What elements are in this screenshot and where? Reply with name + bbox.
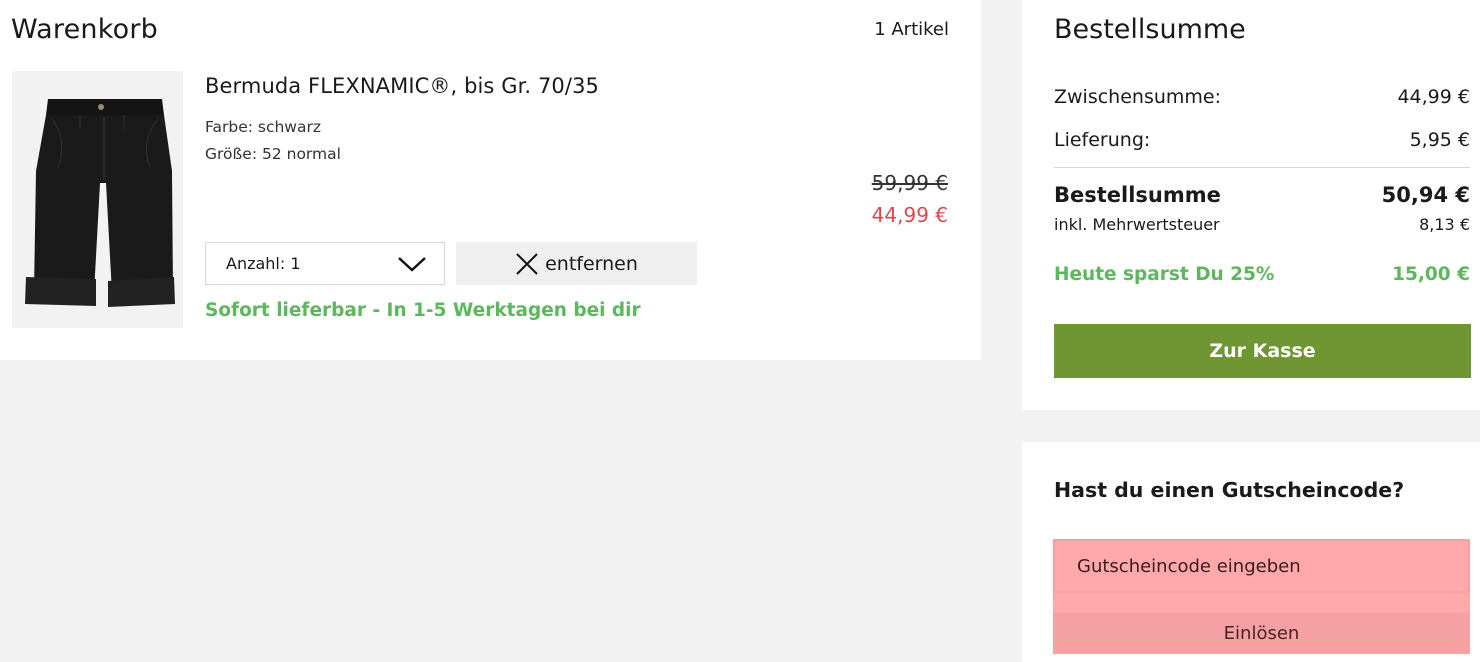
quantity-select[interactable]: Anzahl: 1: [205, 242, 445, 285]
coupon-panel: Hast du einen Gutscheincode? Einlösen: [1022, 442, 1480, 662]
total-value: 50,94 €: [1381, 183, 1470, 207]
coupon-error-highlight: [1053, 593, 1470, 613]
total-label: Bestellsumme: [1054, 183, 1221, 207]
quantity-label: Anzahl: 1: [226, 254, 301, 273]
subtotal-row: Zwischensumme: 44,99 €: [1054, 86, 1470, 108]
cart-title: Warenkorb: [11, 14, 158, 45]
chevron-down-icon: [398, 257, 426, 272]
savings-value: 15,00 €: [1392, 264, 1470, 285]
delivery-label: Lieferung:: [1054, 129, 1151, 151]
redeem-button[interactable]: Einlösen: [1053, 613, 1470, 654]
product-size: Größe: 52 normal: [205, 145, 341, 163]
vat-row: inkl. Mehrwertsteuer 8,13 €: [1054, 215, 1470, 234]
coupon-title: Hast du einen Gutscheincode?: [1054, 478, 1405, 502]
delivery-value: 5,95 €: [1409, 129, 1470, 151]
old-price: 59,99 €: [871, 171, 948, 195]
remove-button[interactable]: entfernen: [456, 242, 697, 285]
shorts-icon: [12, 71, 183, 328]
coupon-code-input[interactable]: [1053, 539, 1470, 593]
sale-price: 44,99 €: [871, 203, 948, 227]
order-summary-panel: Bestellsumme Zwischensumme: 44,99 € Lief…: [1022, 0, 1480, 410]
cart-panel: Warenkorb 1 Artikel Bermuda FLEXNAMIC®, …: [0, 0, 981, 360]
divider: [1054, 167, 1470, 168]
subtotal-label: Zwischensumme:: [1054, 86, 1222, 108]
item-count: 1 Artikel: [874, 19, 949, 40]
product-name[interactable]: Bermuda FLEXNAMIC®, bis Gr. 70/35: [205, 74, 599, 98]
product-color: Farbe: schwarz: [205, 118, 321, 136]
remove-label: entfernen: [545, 252, 638, 275]
delivery-row: Lieferung: 5,95 €: [1054, 129, 1470, 151]
checkout-button[interactable]: Zur Kasse: [1054, 324, 1471, 378]
savings-label: Heute sparst Du 25%: [1054, 264, 1275, 285]
vat-label: inkl. Mehrwertsteuer: [1054, 215, 1220, 234]
close-icon: [516, 252, 538, 275]
summary-title: Bestellsumme: [1054, 14, 1246, 45]
savings-row: Heute sparst Du 25% 15,00 €: [1054, 264, 1470, 285]
availability-status: Sofort lieferbar - In 1-5 Werktagen bei …: [205, 300, 641, 321]
product-image[interactable]: [12, 71, 183, 328]
vat-value: 8,13 €: [1419, 215, 1470, 234]
cart-page: Warenkorb 1 Artikel Bermuda FLEXNAMIC®, …: [0, 0, 1480, 662]
subtotal-value: 44,99 €: [1397, 86, 1470, 108]
total-row: Bestellsumme 50,94 €: [1054, 183, 1470, 207]
